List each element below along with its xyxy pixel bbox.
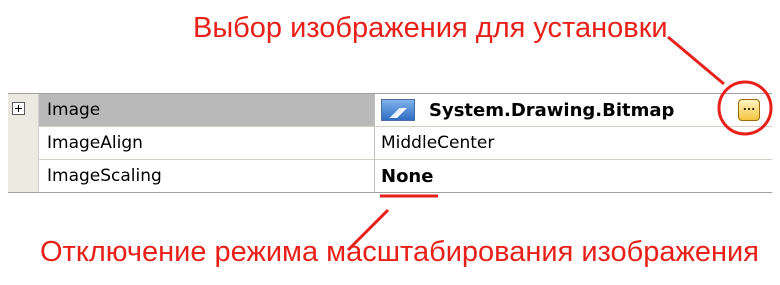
property-value[interactable]: None [375,160,772,193]
property-value[interactable]: MiddleCenter [375,127,772,160]
row-gutter [8,160,39,193]
annotation-bottom: Отключение режима масштабирования изобра… [40,236,759,268]
property-name: ImageScaling [39,160,375,193]
property-value-text: System.Drawing.Bitmap [429,99,675,121]
row-gutter [8,94,39,127]
expand-plus-icon[interactable] [12,102,25,115]
property-row-imagealign[interactable]: ImageAlign MiddleCenter [8,127,772,160]
property-row-image[interactable]: Image System.Drawing.Bitmap ... [8,94,772,127]
property-value-text: None [381,165,434,187]
property-name: ImageAlign [39,127,375,160]
ellipsis-button[interactable]: ... [738,99,760,121]
annotation-arrow-top [667,35,725,86]
row-gutter [8,127,39,160]
property-value[interactable]: System.Drawing.Bitmap ... [375,94,772,127]
property-name: Image [39,94,375,127]
bitmap-icon [381,99,415,121]
property-row-imagescaling[interactable]: ImageScaling None [8,160,772,193]
annotation-top: Выбор изображения для установки [193,12,668,44]
property-grid: Image System.Drawing.Bitmap ... ImageAli… [8,93,772,193]
property-value-text: MiddleCenter [381,133,495,153]
